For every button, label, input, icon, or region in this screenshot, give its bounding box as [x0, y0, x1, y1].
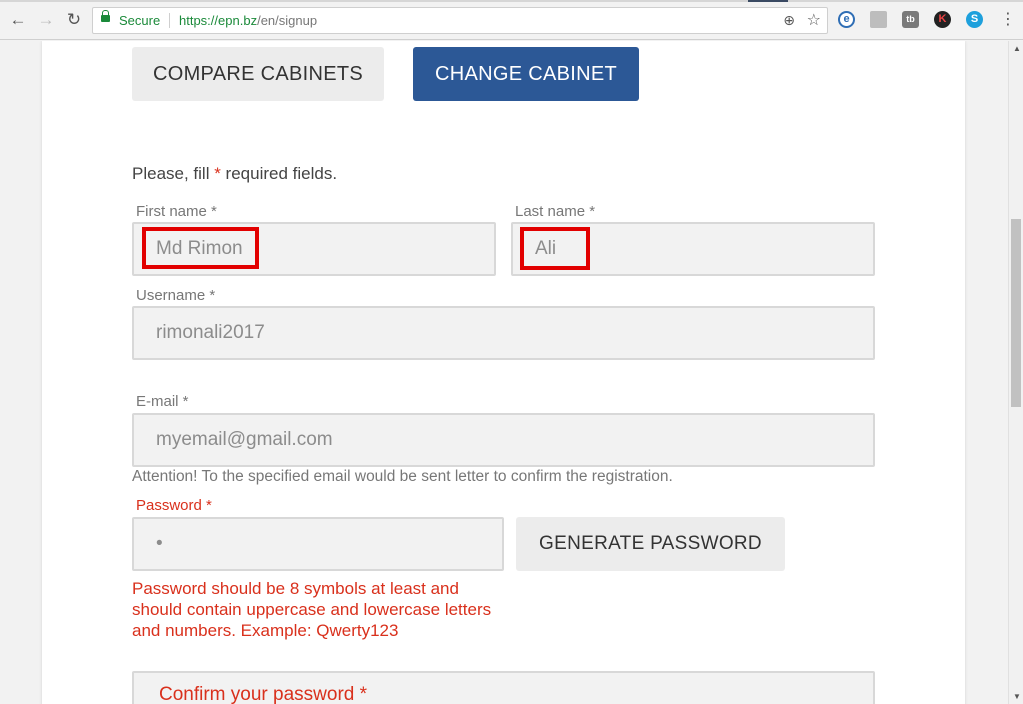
e-extension-icon[interactable]: e — [838, 11, 855, 28]
last-name-highlight-box — [520, 227, 590, 270]
address-separator — [169, 13, 170, 28]
scroll-down-arrow-icon[interactable]: ▼ — [1013, 692, 1021, 701]
lock-icon — [101, 10, 110, 22]
page-scrollbar[interactable]: ▲ ▼ — [1008, 41, 1023, 704]
change-cabinet-button[interactable]: CHANGE CABINET — [413, 47, 639, 101]
tb-extension-icon[interactable]: tb — [902, 11, 919, 28]
username-field[interactable]: rimonali2017 — [132, 306, 875, 360]
required-fields-intro: Please, fill * required fields. — [132, 164, 337, 184]
compare-cabinets-button[interactable]: COMPARE CABINETS — [132, 47, 384, 101]
scroll-up-arrow-icon[interactable]: ▲ — [1013, 44, 1021, 53]
active-tab-marker — [748, 0, 788, 2]
signup-card: COMPARE CABINETS CHANGE CABINET Please, … — [42, 41, 965, 704]
browser-toolbar: ← → ↻ Secure https://epn.bz/en/signup ⊕ … — [0, 0, 1023, 40]
zoom-icon[interactable]: ⊕ — [783, 12, 795, 29]
last-name-label: Last name * — [515, 203, 596, 220]
page-viewport: COMPARE CABINETS CHANGE CABINET Please, … — [0, 41, 1008, 704]
email-attention-note: Attention! To the specified email would … — [132, 468, 673, 485]
scroll-thumb[interactable] — [1011, 219, 1021, 407]
password-field[interactable]: • — [132, 517, 504, 571]
url-path: /en/signup — [257, 13, 318, 28]
back-icon[interactable]: ← — [8, 10, 28, 30]
generate-password-button[interactable]: GENERATE PASSWORD — [516, 517, 785, 571]
tab-strip-edge — [0, 0, 1023, 2]
first-name-label: First name * — [136, 203, 217, 220]
forward-icon[interactable]: → — [36, 10, 56, 30]
save-extension-icon[interactable] — [870, 11, 887, 28]
username-label: Username * — [136, 287, 216, 304]
address-bar[interactable]: Secure https://epn.bz/en/signup ⊕ ☆ — [92, 7, 828, 34]
secure-label: Secure — [119, 13, 161, 28]
intro-text-after: required fields. — [220, 164, 338, 183]
email-field[interactable]: myemail@gmail.com — [132, 413, 875, 467]
password-hint: Password should be 8 symbols at least an… — [132, 579, 492, 640]
confirm-password-label: Confirm your password * — [159, 684, 368, 704]
url-host: epn.bz — [218, 13, 258, 28]
reload-icon[interactable]: ↻ — [64, 10, 84, 30]
bookmark-star-icon[interactable]: ☆ — [807, 10, 821, 30]
skype-icon[interactable]: S — [966, 11, 983, 28]
required-star: * — [214, 164, 221, 183]
k-extension-icon[interactable]: K — [934, 11, 951, 28]
email-label: E-mail * — [136, 393, 189, 410]
first-name-highlight-box — [142, 227, 259, 269]
browser-menu-icon[interactable]: ⋮ — [1000, 9, 1016, 29]
url-text[interactable]: https://epn.bz/en/signup — [179, 13, 317, 28]
intro-text-before: Please, fill — [132, 164, 215, 183]
url-protocol: https:// — [179, 13, 219, 28]
password-label: Password * — [136, 497, 212, 514]
